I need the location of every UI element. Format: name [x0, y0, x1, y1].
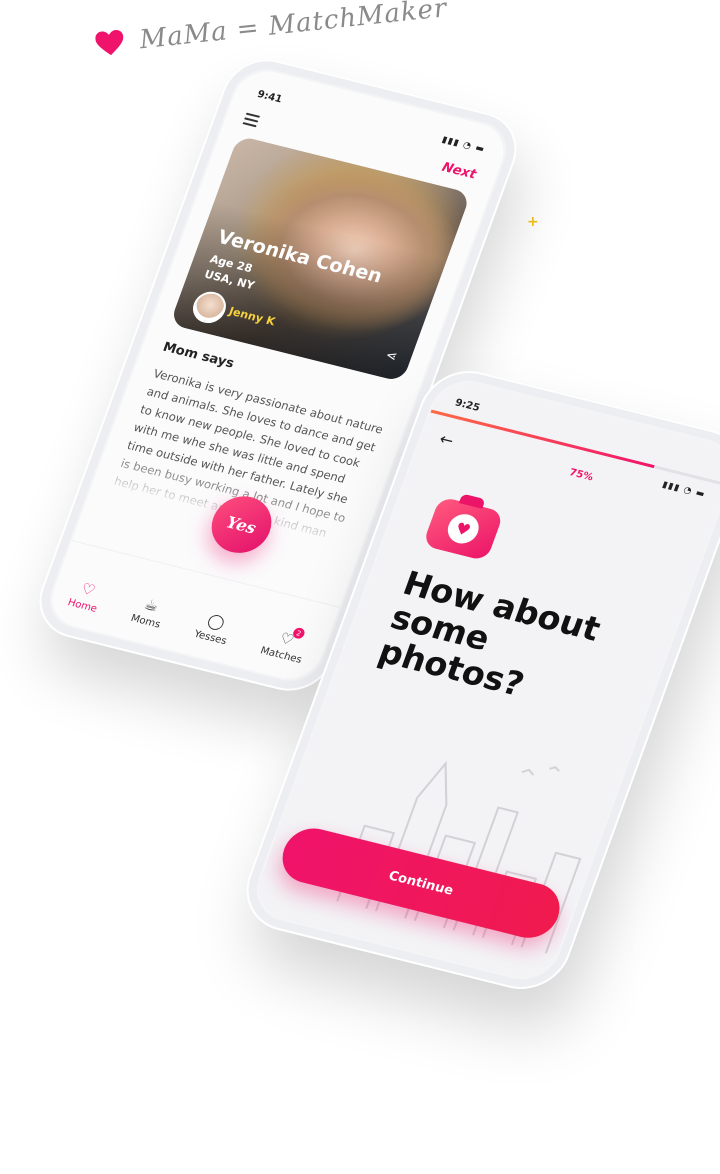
tab-home[interactable]: ♡ Home [66, 578, 105, 614]
status-icons: ▮▮▮ ◔ ▬ [440, 134, 487, 156]
mom-says-title: Mom says [160, 339, 237, 372]
tab-label: Yesses [192, 628, 229, 648]
tab-label: Matches [258, 645, 304, 666]
camera-heart-icon: ♥ [422, 496, 505, 562]
tab-label: Moms [129, 612, 162, 631]
teacup-icon: ☕ [141, 595, 162, 616]
page-title: How about some photos? [373, 563, 606, 704]
heart-icon: ♥ [443, 511, 483, 547]
status-time: 9:25 [453, 397, 482, 414]
status-time: 9:41 [255, 88, 284, 106]
plus-decoration: + [527, 214, 539, 230]
profile-card[interactable]: Veronika Cohen Age 28 USA, NY Jenny K ⋖ [169, 135, 472, 383]
back-arrow-icon[interactable]: ← [437, 429, 457, 450]
brand-header: MaMa = MatchMaker [94, 0, 449, 60]
double-heart-icon: ♡ [78, 579, 98, 600]
share-icon[interactable]: ⋖ [383, 348, 399, 365]
avatar[interactable] [188, 288, 231, 327]
tab-matches[interactable]: ♡ 2 Matches [258, 626, 310, 666]
referrer-name[interactable]: Jenny K [227, 305, 277, 329]
menu-icon[interactable] [241, 112, 261, 131]
brand-title: MaMa = MatchMaker [138, 0, 449, 56]
tab-moms[interactable]: ☕ Moms [129, 594, 168, 630]
status-icons: ▮▮▮ ◔ ▬ [660, 479, 707, 501]
chat-bubble-icon: ◯ [205, 610, 228, 632]
matches-badge: 2 [291, 626, 307, 640]
heart-chat-icon: ♡ 2 [277, 626, 307, 649]
next-button[interactable]: Next [440, 160, 478, 182]
progress-label: 75% [567, 467, 595, 484]
tab-label: Home [66, 597, 99, 615]
tab-yesses[interactable]: ◯ Yesses [193, 610, 235, 647]
heart-icon [95, 30, 124, 56]
